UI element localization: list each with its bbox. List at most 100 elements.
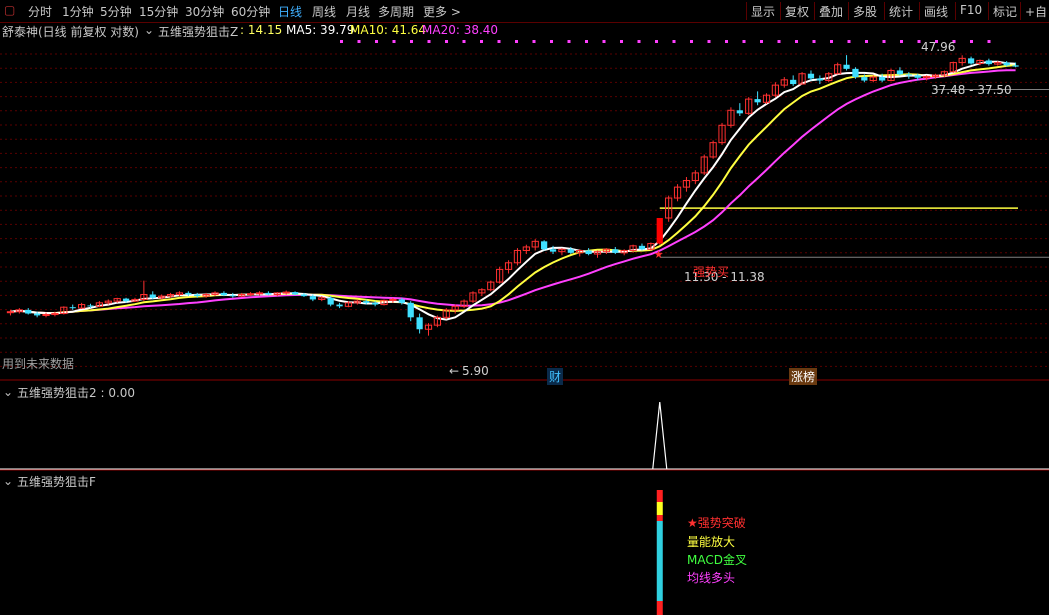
- top-dot: [462, 40, 466, 43]
- top-dot: [567, 40, 571, 43]
- top-dot: [725, 40, 728, 43]
- badge-zhangbang[interactable]: 涨榜: [789, 368, 818, 385]
- candle-body: [905, 74, 912, 76]
- candle-body: [220, 292, 228, 296]
- candle-body: [185, 292, 192, 295]
- chart-canvas: ★: [0, 22, 1049, 615]
- candle-body: [879, 77, 886, 81]
- top-dot: [777, 40, 781, 43]
- candle-body: [51, 313, 59, 316]
- top-dot: [847, 40, 851, 43]
- candle-body: [87, 305, 94, 307]
- candle-body: [843, 64, 850, 69]
- high-price-label: 47.96: [921, 40, 956, 54]
- top-dot: [515, 40, 518, 43]
- top-dot: [970, 40, 973, 43]
- candle-body: [807, 73, 815, 79]
- candle-body: [291, 292, 299, 295]
- top-dot: [602, 40, 606, 43]
- candle-body: [246, 293, 255, 296]
- candle-body: [736, 110, 743, 114]
- badge-cai[interactable]: 财: [547, 368, 564, 385]
- candle-body: [612, 249, 619, 253]
- candle-body: [1012, 65, 1019, 67]
- top-dot: [690, 40, 693, 43]
- top-dot: [672, 40, 676, 43]
- signal-list-item: 量能放大: [687, 535, 736, 549]
- sub2-collapse-icon[interactable]: ⌄: [3, 474, 13, 488]
- sub2-title: 五维强势狙击F: [17, 475, 96, 489]
- candle-body: [398, 299, 405, 303]
- top-dot: [707, 40, 711, 43]
- future-data-text: 用到未来数据: [2, 357, 75, 371]
- top-dot: [585, 40, 588, 43]
- top-dot: [655, 40, 658, 43]
- stack-bar: [656, 515, 663, 521]
- ma20-line: [10, 69, 1016, 315]
- candle-body: [229, 295, 236, 297]
- sub1-title-text: 五维强势狙击2: [17, 386, 97, 400]
- stack-bar: [656, 601, 663, 615]
- top-dot: [637, 40, 641, 43]
- candle-body: [372, 302, 379, 305]
- candle-body: [327, 297, 334, 305]
- candle-body: [585, 250, 592, 255]
- top-dot: [987, 40, 991, 43]
- candle-body: [255, 292, 264, 295]
- candle-body: [852, 68, 859, 78]
- candle-body: [567, 249, 574, 253]
- low-price-label: 5.90: [462, 364, 489, 378]
- candle-body: [34, 313, 41, 316]
- candle-body: [754, 99, 761, 103]
- top-dot: [445, 40, 448, 43]
- candle-body: [389, 298, 397, 301]
- candle-body: [69, 307, 76, 309]
- candle-body: [861, 77, 868, 81]
- top-dot: [532, 40, 536, 43]
- range-price-label: 37.48 - 37.50: [931, 83, 1012, 97]
- candle-body: [122, 298, 130, 302]
- top-dot: [882, 40, 886, 43]
- candle-body: [6, 311, 15, 314]
- signal-star: ★: [654, 248, 664, 261]
- candle-body: [638, 245, 646, 250]
- top-dot: [375, 40, 378, 43]
- sub1-value: : 0.00: [100, 386, 136, 400]
- top-dot: [497, 40, 501, 43]
- candle-body: [363, 301, 370, 303]
- candle-body: [309, 296, 316, 300]
- stack-bar: [656, 502, 663, 515]
- candle-body: [407, 302, 414, 318]
- top-dot: [742, 40, 746, 43]
- candle-body: [816, 78, 823, 81]
- top-dot: [357, 40, 361, 43]
- signal-text: 强势买: [693, 265, 730, 279]
- top-dot: [392, 40, 396, 43]
- candle-body: [282, 291, 290, 294]
- stack-bar: [656, 490, 663, 502]
- candle-body: [149, 294, 156, 298]
- top-dot: [340, 40, 343, 43]
- signal-list-item: 均线多头: [687, 571, 736, 585]
- top-dot: [410, 40, 413, 43]
- top-dot: [900, 40, 903, 43]
- top-dot: [427, 40, 431, 43]
- spike-line: [652, 401, 668, 470]
- candle-body: [265, 292, 272, 295]
- candle-body: [42, 313, 50, 316]
- top-dot: [830, 40, 833, 43]
- signal-candle: [656, 217, 663, 244]
- stack-bar: [656, 521, 663, 601]
- candle-body: [25, 309, 32, 314]
- sub1-collapse-icon[interactable]: ⌄: [3, 385, 13, 399]
- candle-body: [790, 79, 797, 85]
- top-dot: [760, 40, 763, 43]
- candle-body: [549, 249, 557, 252]
- candle-body: [416, 317, 423, 330]
- top-dot: [812, 40, 816, 43]
- top-dot: [620, 40, 623, 43]
- top-dot: [865, 40, 868, 43]
- candle-body: [194, 294, 201, 297]
- candle-body: [300, 294, 308, 297]
- sub1-title: 五维强势狙击2 : 0.00: [17, 384, 135, 401]
